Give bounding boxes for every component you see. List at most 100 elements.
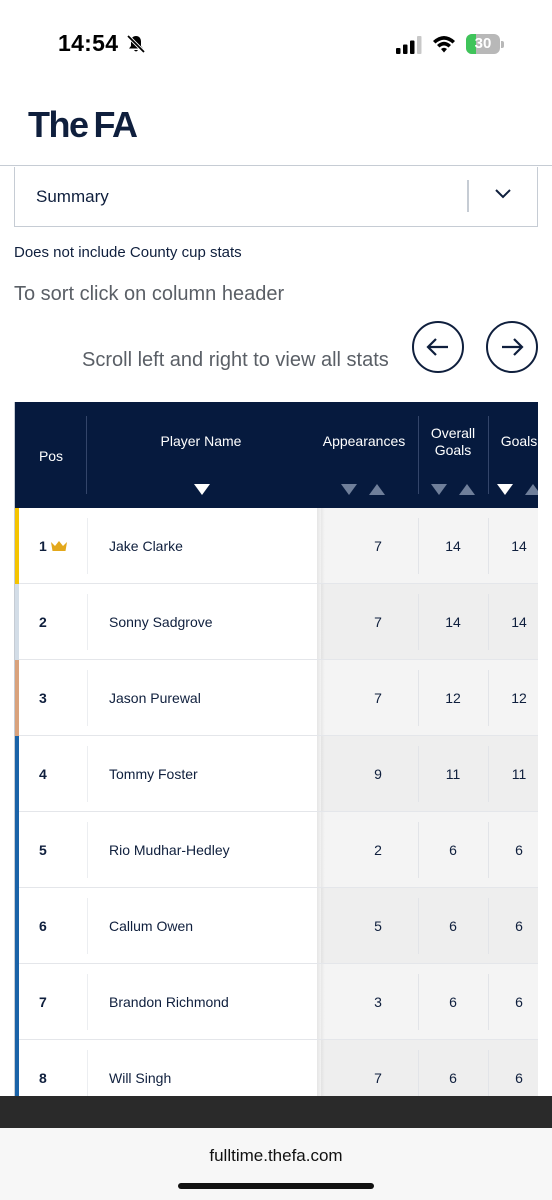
stats-filter-select[interactable]: Summary [14,167,538,227]
status-bar: 14:54 30 [0,0,552,90]
row-position: 1 [39,538,47,554]
row-goals: 14 [511,614,527,630]
row-position: 6 [39,918,47,934]
row-fixed-cells: 3 Jason Purewal [19,660,321,735]
row-fixed-cells: 5 Rio Mudhar-Hedley [19,812,321,887]
row-appearances: 3 [374,994,382,1010]
sort-up-icon[interactable] [369,484,385,495]
row-fixed-cells: 2 Sonny Sadgrove [19,584,321,659]
arrow-left-icon [426,338,448,356]
row-appearances: 7 [374,538,382,554]
sort-down-icon[interactable] [497,484,513,495]
bell-slash-icon [126,34,146,54]
site-header: The FA [0,90,552,166]
crown-icon [51,541,67,551]
row-goals: 6 [515,918,523,934]
row-goals: 6 [515,842,523,858]
row-fixed-cells: 7 Brandon Richmond [19,964,321,1039]
status-time: 14:54 [58,30,119,56]
row-scroll-cells: 3 6 6 [321,964,538,1039]
row-scroll-cells: 9 11 11 [321,736,538,811]
row-appearances: 7 [374,690,382,706]
table-row[interactable]: 6 Callum Owen 5 6 6 [15,888,538,964]
battery-indicator: 30 [466,34,504,54]
row-position: 5 [39,842,47,858]
row-position: 4 [39,766,47,782]
home-indicator[interactable] [178,1183,374,1189]
row-position: 2 [39,614,47,630]
row-overall-goals: 14 [445,614,461,630]
row-appearances: 7 [374,614,382,630]
row-goals: 14 [511,538,527,554]
row-player-name[interactable]: Rio Mudhar-Hedley [109,842,230,858]
row-appearances: 2 [374,842,382,858]
row-overall-goals: 6 [449,842,457,858]
sort-down-icon[interactable] [341,484,357,495]
row-scroll-cells: 7 14 14 [321,508,538,583]
table-row[interactable]: 3 Jason Purewal 7 12 12 [15,660,538,736]
row-fixed-cells: 1 Jake Clarke [19,508,321,583]
sort-down-icon[interactable] [431,484,447,495]
scroll-left-button[interactable] [412,321,464,373]
url-text: fulltime.thefa.com [209,1146,343,1165]
row-player-name[interactable]: Will Singh [109,1070,171,1086]
row-appearances: 5 [374,918,382,934]
stats-filter-value: Summary [36,187,109,206]
scroll-hint: Scroll left and right to view all stats [82,349,389,371]
table-row[interactable]: 2 Sonny Sadgrove 7 14 14 [15,584,538,660]
chevron-down-icon [495,189,511,199]
row-scroll-cells: 2 6 6 [321,812,538,887]
table-row[interactable]: 1 Jake Clarke 7 14 14 [15,508,538,584]
row-player-name[interactable]: Jason Purewal [109,690,201,706]
scroll-right-button[interactable] [486,321,538,373]
sort-down-icon[interactable] [194,484,210,495]
row-scroll-cells: 7 14 14 [321,584,538,659]
column-header-pos[interactable]: Pos [29,448,73,465]
row-overall-goals: 14 [445,538,461,554]
table-row[interactable]: 4 Tommy Foster 9 11 11 [15,736,538,812]
row-player-name[interactable]: Callum Owen [109,918,193,934]
arrow-right-icon [502,338,524,356]
row-player-name[interactable]: Tommy Foster [109,766,198,782]
row-appearances: 9 [374,766,382,782]
the-fa-logo[interactable]: The FA [22,104,138,146]
row-overall-goals: 6 [449,918,457,934]
county-cup-note: Does not include County cup stats [14,244,242,261]
sort-up-icon[interactable] [459,484,475,495]
table-row[interactable]: 7 Brandon Richmond 3 6 6 [15,964,538,1040]
table-row[interactable]: 5 Rio Mudhar-Hedley 2 6 6 [15,812,538,888]
column-header-goals[interactable]: Goals [497,433,538,450]
row-goals: 6 [515,1070,523,1086]
row-appearances: 7 [374,1070,382,1086]
row-overall-goals: 6 [449,1070,457,1086]
row-player-name[interactable]: Brandon Richmond [109,994,229,1010]
page-footer-strip [0,1096,552,1130]
row-scroll-cells: 7 12 12 [321,660,538,735]
column-header-appearances[interactable]: Appearances [317,433,411,450]
row-fixed-cells: 4 Tommy Foster [19,736,321,811]
sort-up-icon[interactable] [525,484,538,495]
row-goals: 6 [515,994,523,1010]
column-header-overall-goals[interactable]: Overall Goals [425,425,481,459]
row-overall-goals: 6 [449,994,457,1010]
browser-address-bar[interactable]: fulltime.thefa.com [0,1128,552,1200]
battery-percent: 30 [474,35,492,52]
row-position: 3 [39,690,47,706]
select-divider [467,180,469,212]
row-position: 8 [39,1070,47,1086]
signal-icon [396,36,422,54]
row-fixed-cells: 6 Callum Owen [19,888,321,963]
row-overall-goals: 11 [445,766,461,782]
row-goals: 11 [511,766,527,782]
row-position: 7 [39,994,47,1010]
row-overall-goals: 12 [445,690,461,706]
wifi-icon [433,36,455,53]
row-player-name[interactable]: Jake Clarke [109,538,183,554]
row-player-name[interactable]: Sonny Sadgrove [109,614,213,630]
column-header-player-name[interactable]: Player Name [131,433,271,450]
row-goals: 12 [511,690,527,706]
player-stats-table: Pos Player Name Appearances Overall Goal… [14,402,538,1132]
table-header: Pos Player Name Appearances Overall Goal… [15,402,538,508]
row-scroll-cells: 5 6 6 [321,888,538,963]
sort-hint: To sort click on column header [14,283,285,305]
